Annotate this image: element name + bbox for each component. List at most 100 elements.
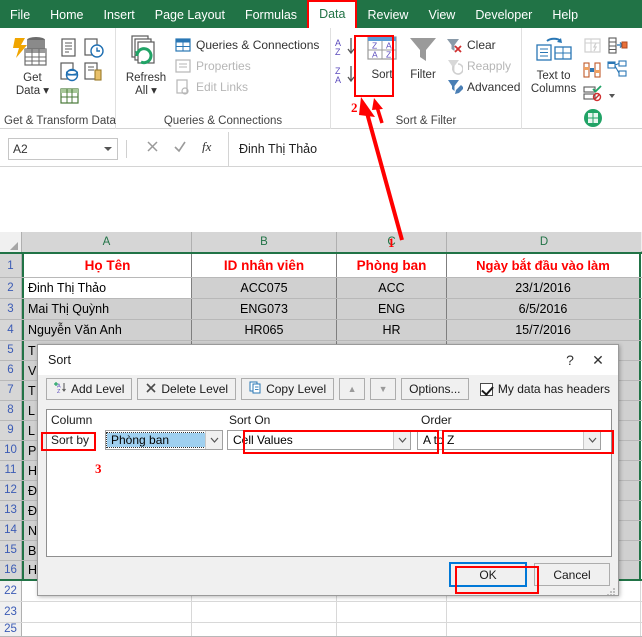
consolidate-icon[interactable] xyxy=(582,59,604,81)
row-header-23[interactable]: 23 xyxy=(0,602,22,622)
recent-sources-icon[interactable] xyxy=(82,61,104,83)
add-level-button[interactable]: A Z Add Level xyxy=(46,378,132,400)
from-web-recent-icon[interactable] xyxy=(82,37,104,59)
ribbon-tab-file[interactable]: File xyxy=(0,2,40,28)
cell-a2[interactable]: Đinh Thị Thảo xyxy=(22,278,192,298)
cell-b25[interactable] xyxy=(192,623,337,636)
chevron-down-icon[interactable] xyxy=(205,431,222,449)
row-header-22[interactable]: 22 xyxy=(0,581,22,601)
sort-column-dropdown[interactable]: Phòng ban xyxy=(105,430,223,450)
ribbon-tab-view[interactable]: View xyxy=(418,2,465,28)
cell-d4[interactable]: 15/7/2016 xyxy=(447,320,641,340)
row-header-8[interactable]: 8 xyxy=(0,401,22,420)
sort-descending-icon[interactable]: Z A xyxy=(334,63,360,89)
help-icon[interactable]: ? xyxy=(556,348,584,372)
ok-button[interactable]: OK xyxy=(450,563,526,586)
whatif-analysis-icon[interactable] xyxy=(582,83,604,105)
ribbon-tab-page-layout[interactable]: Page Layout xyxy=(145,2,235,28)
refresh-all-button[interactable]: Refresh All ▾ xyxy=(122,32,170,99)
from-table-range-icon[interactable] xyxy=(58,85,80,107)
cell-d23[interactable] xyxy=(447,602,641,622)
cell-b1[interactable]: ID nhân viên xyxy=(192,254,337,277)
sort-options-button[interactable]: Options... xyxy=(401,378,468,400)
from-text-csv-icon[interactable] xyxy=(58,37,80,59)
insert-function-icon[interactable]: fx xyxy=(201,139,217,158)
row-header-14[interactable]: 14 xyxy=(0,521,22,540)
row-header-15[interactable]: 15 xyxy=(0,541,22,560)
cell-a1[interactable]: Họ Tên xyxy=(22,254,192,277)
close-icon[interactable]: ✕ xyxy=(584,348,612,372)
row-header-6[interactable]: 6 xyxy=(0,361,22,380)
cancel-button[interactable]: Cancel xyxy=(534,563,610,586)
sort-button[interactable]: Z A A Z Sort xyxy=(361,32,403,83)
delete-level-button[interactable]: Delete Level xyxy=(137,378,236,400)
chevron-down-icon[interactable] xyxy=(583,431,600,449)
cell-c1[interactable]: Phòng ban xyxy=(337,254,447,277)
cell-b23[interactable] xyxy=(192,602,337,622)
row-header-4[interactable]: 4 xyxy=(0,320,22,340)
row-header-16[interactable]: 16 xyxy=(0,561,22,579)
resize-grip-icon[interactable] xyxy=(606,584,616,594)
ribbon-tab-data[interactable]: Data xyxy=(307,0,357,28)
cell-c2[interactable]: ACC xyxy=(337,278,447,298)
column-header-b[interactable]: B xyxy=(192,232,337,252)
text-to-columns-button[interactable]: Text to Columns xyxy=(526,32,581,97)
row-header-1[interactable]: 1 xyxy=(0,254,22,277)
cell-b3[interactable]: ENG073 xyxy=(192,299,337,319)
row-header-10[interactable]: 10 xyxy=(0,441,22,460)
filter-button[interactable]: Filter xyxy=(403,32,443,83)
row-header-13[interactable]: 13 xyxy=(0,501,22,520)
move-level-down-button[interactable]: ▼ xyxy=(370,378,396,400)
data-validation-icon[interactable] xyxy=(606,35,628,57)
whatif-dropdown-icon[interactable] xyxy=(606,83,628,105)
ribbon-tab-insert[interactable]: Insert xyxy=(94,2,145,28)
ribbon-tab-home[interactable]: Home xyxy=(40,2,93,28)
cell-c3[interactable]: ENG xyxy=(337,299,447,319)
cell-c25[interactable] xyxy=(337,623,447,636)
cell-d1[interactable]: Ngày bắt đầu vào làm xyxy=(447,254,641,277)
ribbon-tab-review[interactable]: Review xyxy=(357,2,418,28)
row-header-9[interactable]: 9 xyxy=(0,421,22,440)
name-box[interactable]: A2 xyxy=(8,138,118,160)
row-header-7[interactable]: 7 xyxy=(0,381,22,400)
sort-on-dropdown[interactable]: Cell Values xyxy=(227,430,411,450)
relationships-icon[interactable] xyxy=(606,59,628,81)
chevron-down-icon[interactable] xyxy=(393,431,410,449)
sort-order-dropdown[interactable]: A to Z xyxy=(417,430,601,450)
cell-b4[interactable]: HR065 xyxy=(192,320,337,340)
cell-a23[interactable] xyxy=(22,602,192,622)
cell-c23[interactable] xyxy=(337,602,447,622)
row-header-5[interactable]: 5 xyxy=(0,341,22,360)
select-all-corner[interactable] xyxy=(0,232,22,252)
cell-b2[interactable]: ACC075 xyxy=(192,278,337,298)
column-header-a[interactable]: A xyxy=(22,232,192,252)
cell-d25[interactable] xyxy=(447,623,641,636)
cell-d2[interactable]: 23/1/2016 xyxy=(447,278,641,298)
cell-a3[interactable]: Mai Thị Quỳnh xyxy=(22,299,192,319)
column-header-d[interactable]: D xyxy=(447,232,641,252)
move-level-up-button[interactable]: ▲ xyxy=(339,378,365,400)
cancel-entry-icon[interactable] xyxy=(146,140,159,158)
advanced-filter-button[interactable]: Advanced xyxy=(445,76,520,97)
formula-bar-input[interactable]: Đinh Thị Thảo xyxy=(228,132,642,166)
row-header-2[interactable]: 2 xyxy=(0,278,22,298)
cell-d3[interactable]: 6/5/2016 xyxy=(447,299,641,319)
ribbon-tab-help[interactable]: Help xyxy=(542,2,588,28)
row-header-3[interactable]: 3 xyxy=(0,299,22,319)
my-data-has-headers-checkbox[interactable]: My data has headers xyxy=(480,382,610,396)
clear-filter-button[interactable]: Clear xyxy=(445,34,520,55)
from-database-icon[interactable] xyxy=(58,61,80,83)
cell-a25[interactable] xyxy=(22,623,192,636)
sort-ascending-icon[interactable]: A Z xyxy=(334,35,360,61)
copy-level-button[interactable]: Copy Level xyxy=(241,378,334,400)
row-header-11[interactable]: 11 xyxy=(0,461,22,480)
row-header-25[interactable]: 25 xyxy=(0,623,22,636)
get-data-button[interactable]: Get Data ▾ xyxy=(8,32,57,99)
cell-a4[interactable]: Nguyễn Văn Anh xyxy=(22,320,192,340)
cell-c4[interactable]: HR xyxy=(337,320,447,340)
queries-connections-button[interactable]: Queries & Connections xyxy=(174,34,319,55)
row-header-12[interactable]: 12 xyxy=(0,481,22,500)
ribbon-tab-developer[interactable]: Developer xyxy=(465,2,542,28)
name-box-dropdown-icon[interactable] xyxy=(103,142,113,156)
ribbon-tab-formulas[interactable]: Formulas xyxy=(235,2,307,28)
